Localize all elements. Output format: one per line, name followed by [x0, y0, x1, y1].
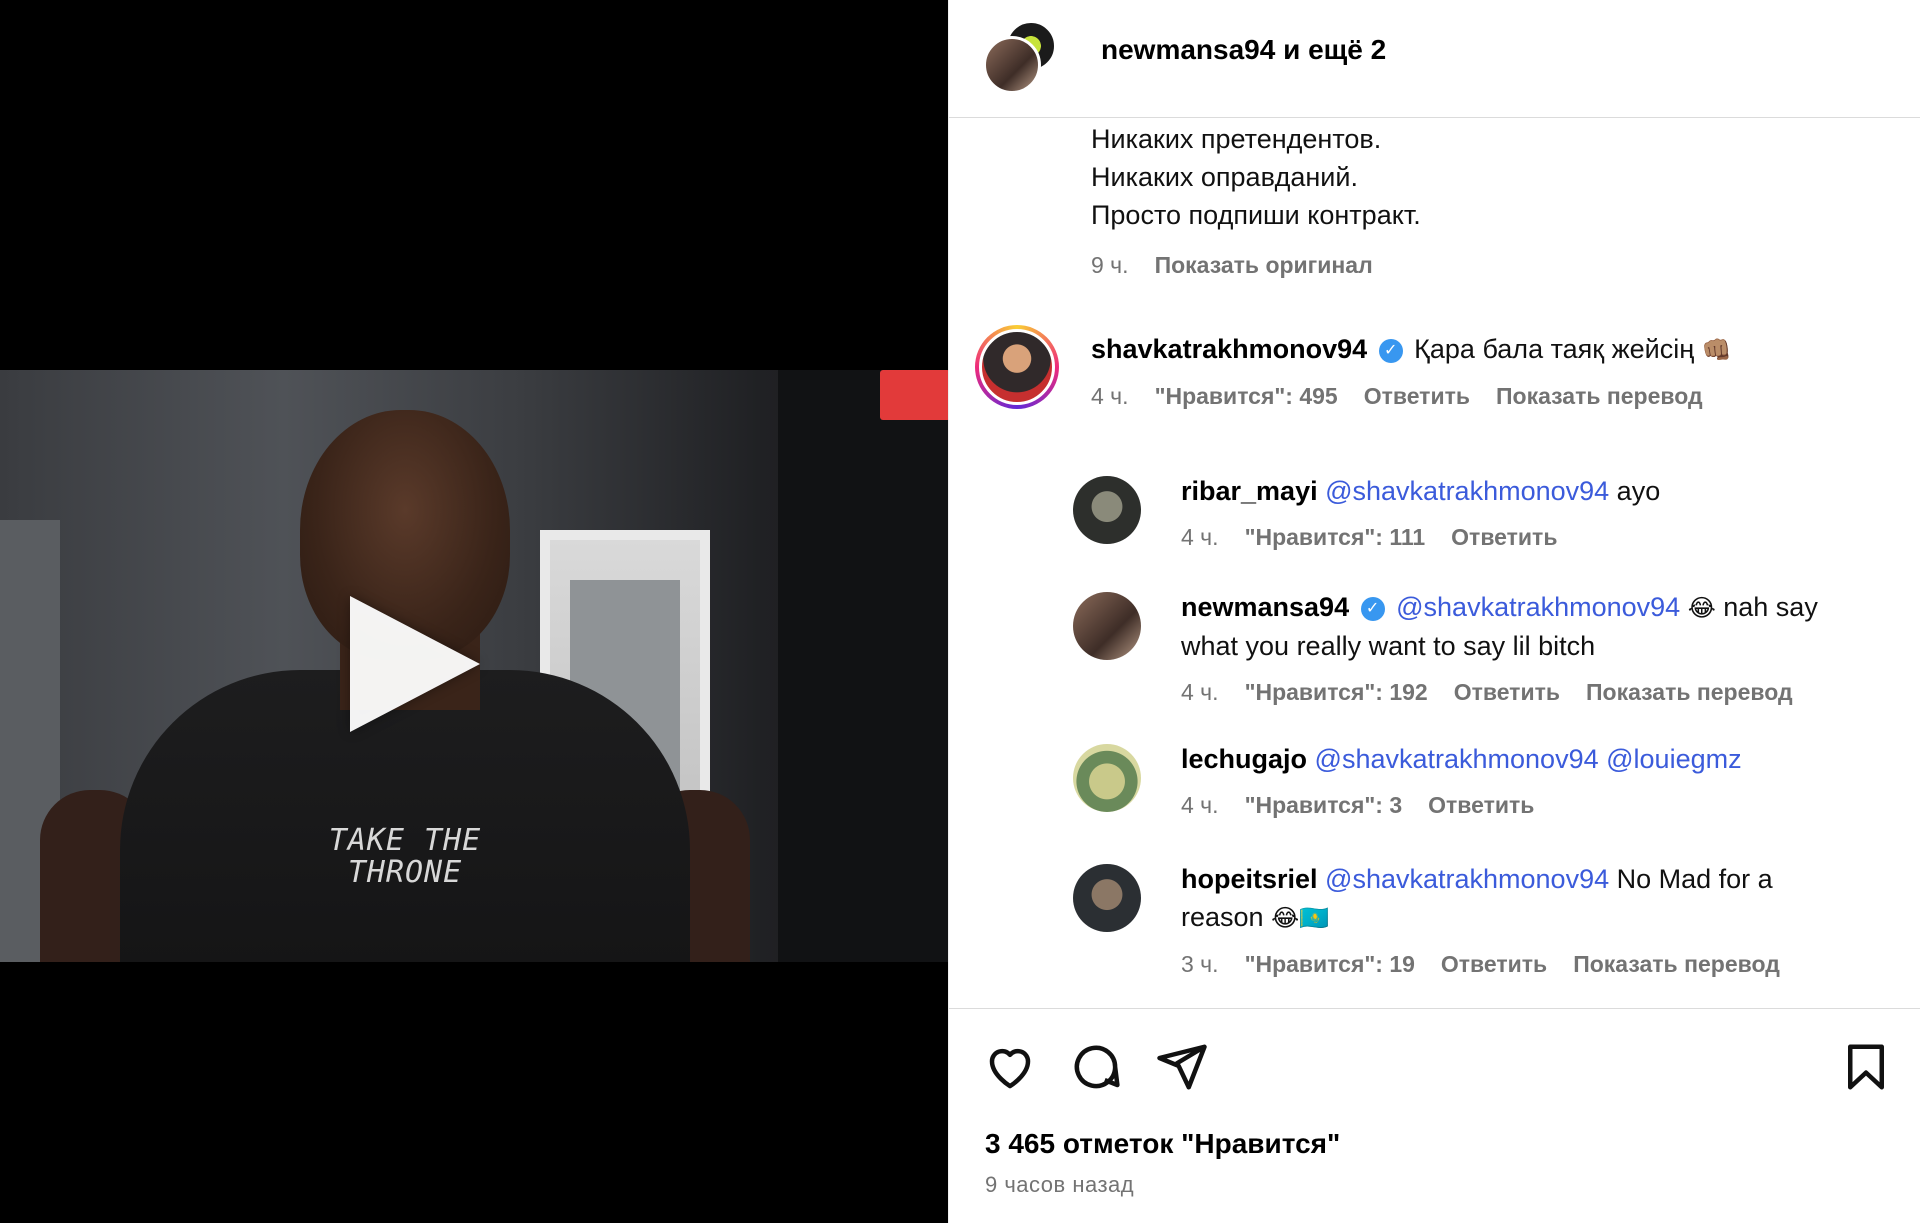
avatar[interactable]	[975, 325, 1059, 409]
reply-button[interactable]: Ответить	[1451, 524, 1557, 551]
comment-text-line: what you really want to say lil bitch	[1181, 631, 1596, 661]
comment-username[interactable]: shavkatrakhmonov94	[1091, 334, 1367, 364]
caption-line: Никаких оправданий.	[1091, 162, 1358, 192]
comment-username[interactable]: lechugajo	[1181, 744, 1307, 774]
caption-line: Никаких претендентов.	[1091, 124, 1382, 154]
action-bar	[983, 1040, 1893, 1096]
show-translation-button[interactable]: Показать перевод	[1586, 679, 1793, 706]
avatar[interactable]	[1073, 744, 1141, 812]
post-caption: Никаких претендентов. Никаких оправданий…	[1091, 120, 1421, 234]
author-username[interactable]: newmansa94	[1101, 34, 1275, 65]
actions-divider	[949, 1008, 1920, 1009]
comment-likes[interactable]: "Нравится": 192	[1245, 679, 1428, 706]
post-time: 9 часов назад	[985, 1172, 1135, 1197]
mention-link[interactable]: @shavkatrakhmonov94	[1325, 476, 1609, 506]
comment-text-line: reason	[1181, 902, 1264, 932]
comment-time: 3 ч.	[1181, 951, 1219, 977]
caption-line: Просто подпиши контракт.	[1091, 200, 1421, 230]
avatar[interactable]	[1073, 476, 1141, 544]
comment-time: 4 ч.	[1181, 524, 1219, 550]
like-count[interactable]: 3 465 отметок "Нравится"	[985, 1128, 1340, 1160]
comment-time: 4 ч.	[1181, 792, 1219, 818]
comments-pane: newmansa94 и ещё 2 Никаких претендентов.…	[948, 0, 1920, 1223]
video-exit-sign	[880, 370, 948, 420]
reply-button[interactable]: Ответить	[1454, 679, 1560, 706]
laughing-emoji: 😂	[1687, 594, 1716, 622]
bookmark-icon[interactable]	[1839, 1040, 1893, 1094]
comment-likes[interactable]: "Нравится": 19	[1245, 951, 1415, 978]
post-author[interactable]: newmansa94 и ещё 2	[1101, 34, 1386, 66]
paper-plane-icon[interactable]	[1155, 1040, 1209, 1094]
mention-link[interactable]: @shavkatrakhmonov94	[1315, 744, 1599, 774]
comment-likes[interactable]: "Нравится": 3	[1245, 792, 1403, 819]
mention-link[interactable]: @louiegmz	[1606, 744, 1741, 774]
video-background-dark	[778, 370, 948, 962]
video-player[interactable]: TAKE THE THRONE	[0, 0, 948, 1223]
show-original-button[interactable]: Показать оригинал	[1155, 252, 1373, 279]
comment-username[interactable]: ribar_mayi	[1181, 476, 1318, 506]
show-translation-button[interactable]: Показать перевод	[1573, 951, 1780, 978]
comment-time: 4 ч.	[1091, 383, 1129, 409]
reply-button[interactable]: Ответить	[1364, 383, 1470, 410]
verified-badge-icon: ✓	[1360, 597, 1385, 621]
comment-likes[interactable]: "Нравится": 495	[1155, 383, 1338, 410]
reply-button[interactable]: Ответить	[1441, 951, 1547, 978]
caption-meta: 9 ч. Показать оригинал	[1091, 252, 1373, 279]
comment-text: nah say	[1715, 592, 1818, 622]
avatar[interactable]	[1073, 592, 1141, 660]
mention-link[interactable]: @shavkatrakhmonov94	[1396, 592, 1680, 622]
reply-button[interactable]: Ответить	[1428, 792, 1534, 819]
post-header: newmansa94 и ещё 2	[949, 0, 1920, 118]
comment-likes[interactable]: "Нравится": 111	[1245, 524, 1426, 551]
heart-icon[interactable]	[983, 1040, 1037, 1094]
fist-emoji: 👊🏽	[1701, 336, 1732, 364]
comment-username[interactable]: hopeitsriel	[1181, 864, 1318, 894]
comment-bubble-icon[interactable]	[1069, 1040, 1123, 1094]
emoji-group: 😂🇰🇿	[1271, 904, 1330, 932]
mention-link[interactable]: @shavkatrakhmonov94	[1325, 864, 1609, 894]
verified-badge-icon: ✓	[1378, 339, 1403, 363]
comment-text: ayo	[1609, 476, 1661, 506]
shirt-print: TAKE THE THRONE	[328, 823, 482, 890]
post-viewer: TAKE THE THRONE newmansa94 и ещё 2 Никак…	[0, 0, 1920, 1223]
comment-username[interactable]: newmansa94	[1181, 592, 1349, 622]
show-translation-button[interactable]: Показать перевод	[1496, 383, 1703, 410]
co-authors-link[interactable]: и ещё 2	[1275, 34, 1386, 65]
collab-avatars[interactable]	[983, 20, 1063, 100]
play-icon[interactable]	[350, 596, 480, 732]
comment-text: No Mad for a	[1609, 864, 1773, 894]
avatar	[983, 36, 1041, 94]
comment-time: 4 ч.	[1181, 679, 1219, 705]
comment-text: Қара бала таяқ жейсің	[1414, 334, 1695, 364]
avatar[interactable]	[1073, 864, 1141, 932]
caption-time: 9 ч.	[1091, 252, 1129, 278]
